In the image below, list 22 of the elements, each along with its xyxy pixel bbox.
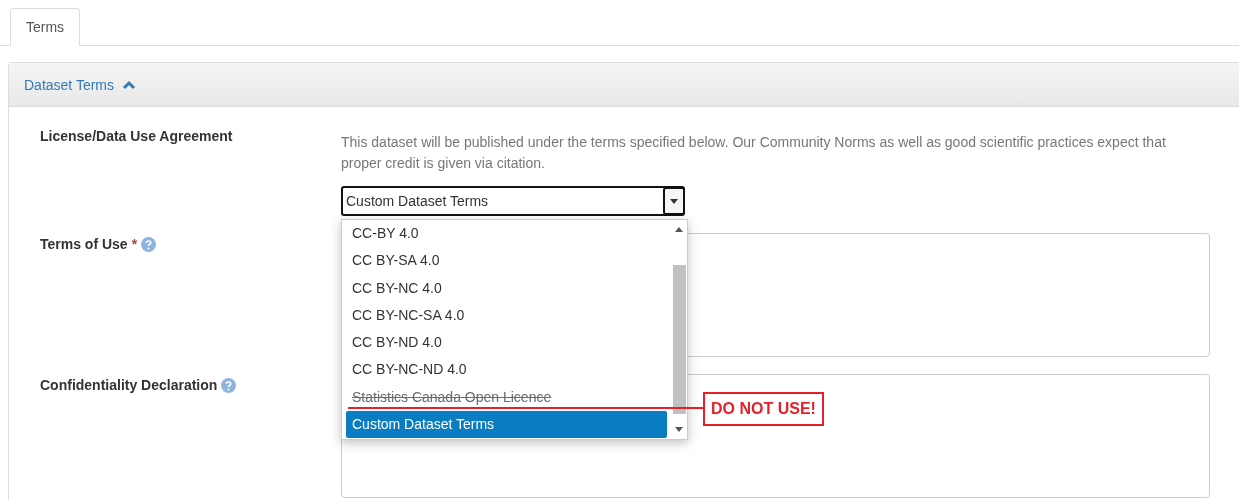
dropdown-option[interactable]: CC BY-NC-ND 4.0 xyxy=(346,356,667,384)
tab[interactable]: Terms xyxy=(10,8,81,46)
caret-icon xyxy=(670,198,678,204)
required-mark: * xyxy=(131,236,138,252)
dropdown-option[interactable]: CC-BY 4.0 xyxy=(346,220,667,248)
field-label: License/Data Use Agreement xyxy=(40,128,233,144)
license-select[interactable]: Custom Dataset Terms xyxy=(341,186,685,216)
help-icon[interactable] xyxy=(141,237,157,252)
help-icon[interactable] xyxy=(221,378,237,393)
dropdown-option[interactable]: CC BY-NC-SA 4.0 xyxy=(346,301,667,330)
field-label: Terms of Use xyxy=(40,236,128,252)
dropdown-option[interactable]: CC BY-NC 4.0 xyxy=(346,274,667,302)
dropdown-option[interactable]: Custom Dataset Terms xyxy=(346,411,667,439)
field-label: Confidentiality Declaration xyxy=(40,377,218,393)
description-text: This dataset will be published under the terms specified below. Our Community Norms as well as good scientific practices expect that proper credit is given via citation. xyxy=(341,133,1166,173)
panel-toggle[interactable]: Dataset Terms xyxy=(24,76,136,93)
chevron-up-icon xyxy=(122,79,136,90)
dropdown-option[interactable]: Statistics Canada Open Licence xyxy=(346,383,667,412)
dropdown-option[interactable]: CC BY-SA 4.0 xyxy=(346,247,667,275)
scroll-down-icon[interactable] xyxy=(675,427,683,432)
warning-label: DO NOT USE! xyxy=(703,392,824,426)
dropdown-option[interactable]: CC BY-ND 4.0 xyxy=(346,329,667,357)
